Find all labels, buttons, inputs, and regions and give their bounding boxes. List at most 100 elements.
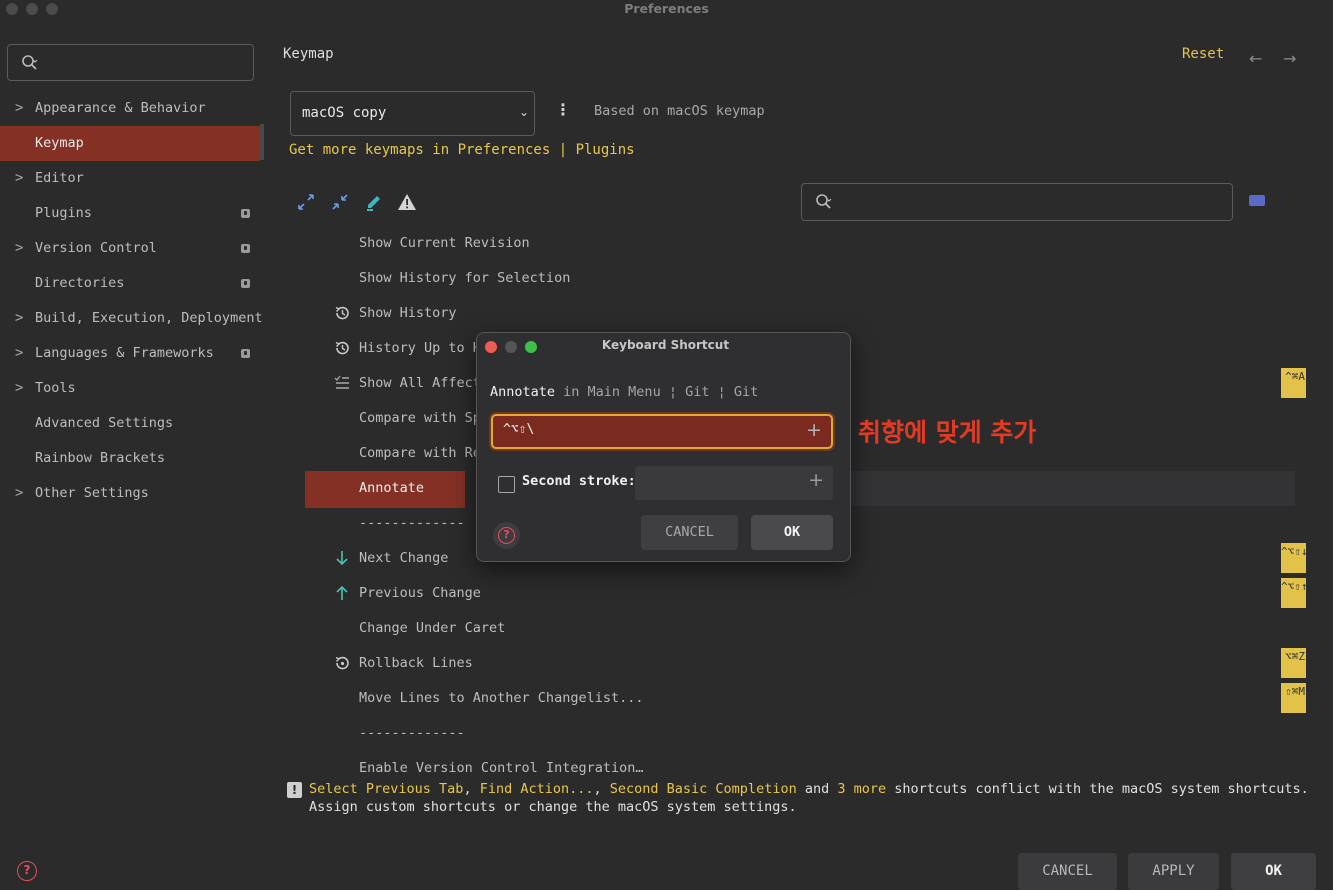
arrow-up-icon — [336, 585, 348, 600]
reset-link[interactable]: Reset — [1182, 46, 1224, 62]
sidebar-item-label: Appearance & Behavior — [35, 100, 206, 116]
chevron-right-icon[interactable]: > — [15, 231, 27, 266]
arrow-right-icon[interactable]: → — [1283, 49, 1296, 68]
action-row[interactable]: History Up to He — [359, 331, 489, 366]
sidebar-search-input[interactable] — [44, 52, 244, 74]
apply-button[interactable]: APPLY — [1128, 853, 1219, 890]
shortcut-badge: ^⌥⇧↓ — [1281, 543, 1306, 573]
sidebar-item-tools[interactable]: > Tools — [0, 371, 260, 406]
second-stroke-checkbox[interactable] — [498, 476, 515, 493]
get-more-keymaps-link[interactable]: Get more keymaps in Preferences | Plugin… — [289, 142, 635, 158]
sidebar-item-plugins[interactable]: Plugins — [0, 196, 260, 231]
chevron-right-icon[interactable]: > — [15, 161, 27, 196]
cancel-button[interactable]: CANCEL — [1018, 853, 1117, 890]
warning-filter-icon[interactable] — [397, 192, 417, 212]
sidebar-item-label: Tools — [35, 380, 76, 396]
sidebar-item-languages-frameworks[interactable]: > Languages & Frameworks — [0, 336, 260, 371]
sidebar-item-label: Other Settings — [35, 485, 149, 501]
action-row[interactable]: Change Under Caret — [359, 611, 505, 646]
shortcut-badge: ⇧⌘M — [1281, 683, 1306, 713]
separator-row: ------------- — [359, 515, 465, 531]
conflict-link[interactable]: Find Action... — [480, 781, 594, 797]
shortcut-badge: ^⌘A — [1281, 368, 1306, 398]
plus-icon[interactable]: + — [806, 419, 822, 441]
project-level-icon — [241, 349, 250, 358]
dialog-cancel-button[interactable]: CANCEL — [641, 515, 738, 550]
rollback-icon — [335, 656, 349, 670]
collapse-all-icon[interactable] — [330, 192, 350, 212]
project-level-icon — [241, 279, 250, 288]
action-row[interactable]: Show Current Revision — [359, 226, 530, 261]
separator-row: ------------- — [359, 725, 465, 741]
dialog-help-button[interactable]: ? — [493, 522, 520, 549]
sidebar-item-keymap[interactable]: Keymap — [0, 126, 260, 161]
second-stroke-label: Second stroke: — [522, 473, 636, 489]
action-row[interactable]: Move Lines to Another Changelist... — [359, 681, 643, 716]
sidebar-search[interactable] — [7, 44, 254, 81]
chevron-right-icon[interactable]: > — [15, 336, 27, 371]
more-conflicts-link[interactable]: 3 more — [837, 781, 886, 797]
sidebar-item-directories[interactable]: Directories — [0, 266, 260, 301]
chevron-right-icon[interactable]: > — [15, 91, 27, 126]
window-titlebar: Preferences — [0, 0, 1333, 18]
edit-shortcut-icon[interactable] — [364, 192, 384, 212]
more-actions-icon[interactable]: ⋮ — [555, 100, 571, 119]
chevron-right-icon[interactable]: > — [15, 476, 27, 511]
settings-sidebar: > Appearance & Behavior Keymap > Editor … — [0, 18, 264, 890]
sidebar-item-build-execution-deployment[interactable]: > Build, Execution, Deployment — [0, 301, 263, 336]
history-icon — [335, 306, 349, 320]
conflict-link[interactable]: Select Previous Tab — [309, 781, 463, 797]
project-level-icon — [241, 209, 250, 218]
sidebar-item-label: Build, Execution, Deployment — [35, 310, 263, 326]
sidebar-item-version-control[interactable]: > Version Control — [0, 231, 260, 266]
chevron-right-icon[interactable]: > — [15, 301, 27, 336]
shortcut-filter-input[interactable] — [840, 192, 1220, 214]
sidebar-item-label: Rainbow Brackets — [35, 450, 166, 466]
action-row[interactable]: Show History for Selection — [359, 261, 570, 296]
action-row[interactable]: Enable Version Control Integration… — [359, 751, 643, 775]
sidebar-scrollbar[interactable] — [260, 124, 264, 160]
based-on-label: Based on macOS keymap — [594, 103, 765, 119]
ok-button[interactable]: OK — [1231, 853, 1316, 890]
sidebar-item-label: Editor — [35, 170, 84, 186]
action-row[interactable]: Show All Affecte — [359, 366, 489, 401]
arrow-down-icon — [336, 551, 348, 566]
sidebar-item-label: Keymap — [35, 135, 84, 151]
plus-icon[interactable]: + — [808, 469, 824, 491]
help-icon: ? — [498, 527, 515, 544]
first-stroke-field[interactable]: ^⌥⇧\ + — [491, 414, 833, 449]
shortcut-badge: ⌥⌘Z — [1281, 648, 1306, 678]
action-row[interactable]: Show History — [359, 296, 457, 331]
action-row[interactable]: Compare with Rev — [359, 436, 489, 471]
chevron-down-icon: ⌄ — [518, 105, 529, 119]
help-button[interactable]: ? — [17, 861, 37, 881]
arrow-left-icon[interactable]: ← — [1249, 49, 1262, 68]
action-row[interactable]: Rollback Lines — [359, 646, 473, 681]
shortcut-filter[interactable] — [801, 183, 1233, 221]
dialog-ok-button[interactable]: OK — [751, 515, 833, 550]
sidebar-item-appearance-behavior[interactable]: > Appearance & Behavior — [0, 91, 260, 126]
list-check-icon — [334, 375, 349, 389]
history-icon — [335, 341, 349, 355]
sidebar-item-label: Languages & Frameworks — [35, 345, 214, 361]
action-row[interactable]: Compare with Spe — [359, 401, 489, 436]
warning-icon: ! — [287, 782, 302, 798]
sidebar-item-rainbow-brackets[interactable]: Rainbow Brackets — [0, 441, 260, 476]
action-row[interactable]: Next Change — [359, 541, 448, 576]
search-icon — [22, 55, 38, 70]
sidebar-item-label: Plugins — [35, 205, 92, 221]
conflict-link[interactable]: Second Basic Completion — [610, 781, 797, 797]
sidebar-item-editor[interactable]: > Editor — [0, 161, 260, 196]
project-level-icon — [241, 244, 250, 253]
keymap-select[interactable]: macOS copy ⌄ — [290, 91, 535, 136]
sidebar-item-advanced-settings[interactable]: Advanced Settings — [0, 406, 260, 441]
sidebar-item-other-settings[interactable]: > Other Settings — [0, 476, 260, 511]
conflict-warning: Select Previous Tab, Find Action..., Sec… — [309, 781, 1309, 797]
action-row-selected[interactable]: Annotate — [359, 471, 424, 506]
second-stroke-field[interactable]: + — [635, 466, 833, 500]
find-by-shortcut-icon[interactable] — [1249, 195, 1265, 206]
expand-all-icon[interactable] — [296, 192, 316, 212]
chevron-right-icon[interactable]: > — [15, 371, 27, 406]
action-row[interactable]: Previous Change — [359, 576, 481, 611]
dialog-title: Keyboard Shortcut — [601, 338, 730, 352]
